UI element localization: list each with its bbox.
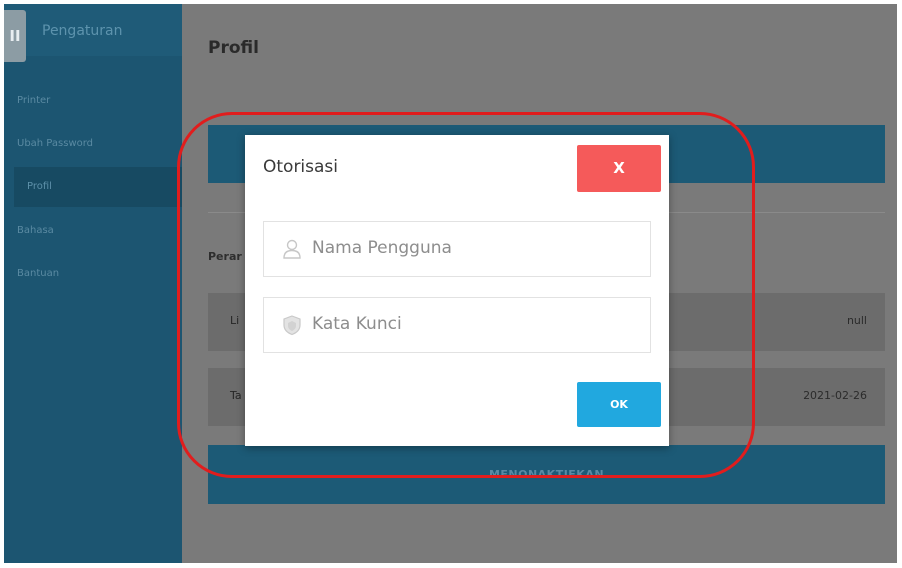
password-field[interactable]: Kata Kunci [263,297,651,353]
deactivate-button[interactable]: MENONAKTIFKAN [208,445,885,504]
password-placeholder: Kata Kunci [312,314,402,334]
sidebar-toggle-button[interactable]: II [4,10,26,62]
sidebar-item-bahasa[interactable]: Bahasa [17,211,54,251]
row-label: Li [230,314,240,327]
close-button[interactable]: X [577,145,661,192]
section-label: Perar [208,250,242,263]
sidebar: II Pengaturan Printer Ubah Password Prof… [4,4,182,563]
user-icon [281,238,303,260]
username-field[interactable]: Nama Pengguna [263,221,651,277]
row-label: Ta [230,389,242,402]
sidebar-title: Pengaturan [42,23,123,39]
ok-button[interactable]: OK [577,382,661,427]
authorization-dialog: Otorisasi X Nama Pengguna Kata Kunci OK [245,135,669,446]
row-value: 2021-02-26 [803,389,867,402]
dialog-title: Otorisasi [263,157,339,177]
row-value: null [846,314,867,327]
sidebar-item-profil[interactable]: Profil [14,167,182,207]
sidebar-item-printer[interactable]: Printer [17,81,50,121]
sidebar-item-bantuan[interactable]: Bantuan [17,254,59,294]
username-placeholder: Nama Pengguna [312,238,452,258]
page-title: Profil [208,38,259,58]
app-window: II Pengaturan Printer Ubah Password Prof… [4,4,897,563]
sidebar-item-ubah-password[interactable]: Ubah Password [17,124,93,164]
shield-icon [281,314,303,336]
